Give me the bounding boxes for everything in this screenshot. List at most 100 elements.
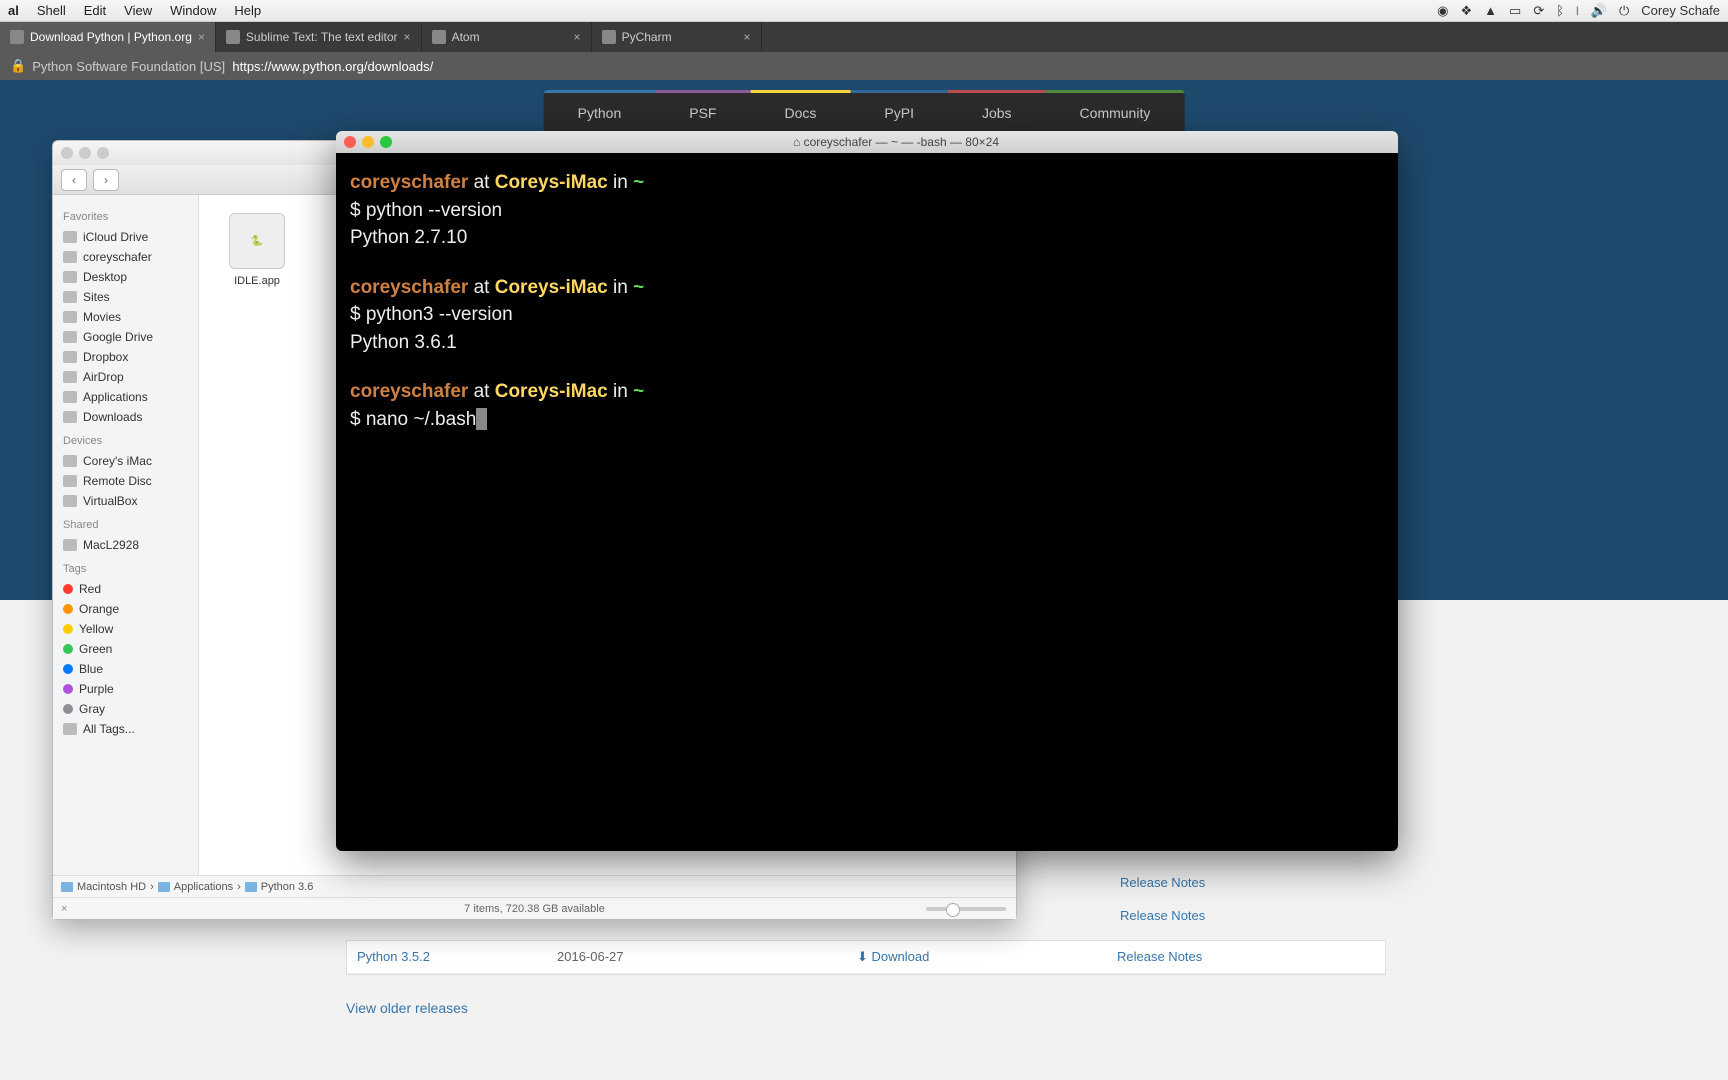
menu-shell[interactable]: Shell — [37, 3, 66, 18]
tab-label: Sublime Text: The text editor — [246, 30, 398, 44]
sidebar-item-movies[interactable]: Movies — [59, 307, 192, 327]
wifi-icon[interactable]: ⧙ — [1576, 3, 1579, 19]
mac-menubar: al Shell Edit View Window Help ◉ ❖ ▲ ▭ ⟳… — [0, 0, 1728, 22]
traffic-min-icon[interactable] — [362, 136, 374, 148]
traffic-close-icon[interactable] — [61, 147, 73, 159]
sidebar-item-remotedisc[interactable]: Remote Disc — [59, 471, 192, 491]
command-text: python3 --version — [366, 304, 513, 325]
sidebar-item-home[interactable]: coreyschafer — [59, 247, 192, 267]
favicon-icon — [226, 30, 240, 44]
sidebar-item-applications[interactable]: Applications — [59, 387, 192, 407]
path-segment[interactable]: Applications — [158, 881, 233, 893]
url-identity: Python Software Foundation [US] — [32, 59, 225, 74]
sidebar-tag-orange[interactable]: Orange — [59, 599, 192, 619]
nav-jobs[interactable]: Jobs — [948, 90, 1046, 133]
command-text: nano ~/.bash — [366, 409, 476, 430]
menu-help[interactable]: Help — [234, 3, 261, 18]
sidebar-item-imac[interactable]: Corey's iMac — [59, 451, 192, 471]
release-version[interactable]: Python 3.5.2 — [357, 949, 557, 965]
close-icon[interactable]: × — [198, 30, 205, 44]
nav-psf[interactable]: PSF — [655, 90, 750, 133]
sidebar-tag-green[interactable]: Green — [59, 639, 192, 659]
nav-docs[interactable]: Docs — [750, 90, 850, 133]
browser-tab[interactable]: Sublime Text: The text editor × — [216, 22, 422, 52]
terminal-title: ⌂ coreyschafer — ~ — -bash — 80×24 — [402, 135, 1390, 149]
icon-size-slider[interactable] — [926, 907, 1006, 911]
command-output: Python 3.6.1 — [350, 329, 1384, 357]
status-text: 7 items, 720.38 GB available — [464, 903, 605, 915]
view-older-link[interactable]: View older releases — [346, 1000, 468, 1016]
sidebar-item-gdrive[interactable]: Google Drive — [59, 327, 192, 347]
cloud-icon — [63, 231, 77, 243]
command-text: python --version — [366, 200, 502, 221]
finder-path-bar[interactable]: Macintosh HD› Applications› Python 3.6 — [53, 875, 1016, 897]
close-icon[interactable]: × — [744, 30, 751, 44]
app-name: al — [8, 3, 19, 18]
sidebar-heading: Tags — [63, 563, 188, 575]
terminal-titlebar[interactable]: ⌂ coreyschafer — ~ — -bash — 80×24 — [336, 131, 1398, 153]
tag-dot-icon — [63, 664, 73, 674]
menubar-user[interactable]: Corey Schafe — [1641, 3, 1720, 18]
sidebar-tag-purple[interactable]: Purple — [59, 679, 192, 699]
disk-icon — [61, 882, 73, 892]
back-button[interactable]: ‹ — [61, 169, 87, 191]
disk-icon — [63, 495, 77, 507]
tag-dot-icon — [63, 584, 73, 594]
sidebar-item-icloud[interactable]: iCloud Drive — [59, 227, 192, 247]
traffic-close-icon[interactable] — [344, 136, 356, 148]
menu-edit[interactable]: Edit — [84, 3, 106, 18]
sidebar-item-virtualbox[interactable]: VirtualBox — [59, 491, 192, 511]
sidebar-item-downloads[interactable]: Downloads — [59, 407, 192, 427]
command-output: Python 2.7.10 — [350, 224, 1384, 252]
path-segment[interactable]: Python 3.6 — [245, 881, 314, 893]
nav-pypi[interactable]: PyPI — [850, 90, 948, 133]
nav-python[interactable]: Python — [544, 90, 656, 133]
sidebar-item-airdrop[interactable]: AirDrop — [59, 367, 192, 387]
menu-window[interactable]: Window — [170, 3, 216, 18]
sidebar-tag-red[interactable]: Red — [59, 579, 192, 599]
folder-icon — [245, 882, 257, 892]
tag-dot-icon — [63, 684, 73, 694]
sidebar-all-tags[interactable]: All Tags... — [59, 719, 192, 739]
sidebar-tag-yellow[interactable]: Yellow — [59, 619, 192, 639]
close-icon[interactable]: × — [61, 903, 67, 915]
file-item-idle[interactable]: 🐍 IDLE.app — [217, 213, 297, 287]
terminal-output[interactable]: coreyschafer at Coreys-iMac in ~ $ pytho… — [336, 153, 1398, 851]
finder-status-bar: × 7 items, 720.38 GB available — [53, 897, 1016, 919]
traffic-max-icon[interactable] — [380, 136, 392, 148]
status-icon[interactable]: ◉ — [1437, 3, 1448, 19]
browser-tab[interactable]: Atom × — [422, 22, 592, 52]
release-notes-link[interactable]: Release Notes — [1120, 875, 1205, 890]
sidebar-item-shared[interactable]: MacL2928 — [59, 535, 192, 555]
volume-icon[interactable]: 🔊 — [1591, 3, 1607, 19]
traffic-max-icon[interactable] — [97, 147, 109, 159]
sidebar-item-dropbox[interactable]: Dropbox — [59, 347, 192, 367]
lock-icon: 🔒 — [10, 58, 26, 74]
nav-community[interactable]: Community — [1046, 90, 1185, 133]
browser-tab[interactable]: PyCharm × — [592, 22, 762, 52]
finder-sidebar: Favorites iCloud Drive coreyschafer Desk… — [53, 195, 199, 875]
sidebar-tag-blue[interactable]: Blue — [59, 659, 192, 679]
home-icon — [63, 251, 77, 263]
dropbox-icon[interactable]: ❖ — [1460, 3, 1472, 19]
release-notes-link[interactable]: Release Notes — [1120, 908, 1205, 923]
gdrive-icon[interactable]: ▲ — [1484, 3, 1497, 18]
sidebar-item-sites[interactable]: Sites — [59, 287, 192, 307]
browser-tab[interactable]: Download Python | Python.org × — [0, 22, 216, 52]
path-segment[interactable]: Macintosh HD — [61, 881, 146, 893]
display-icon[interactable]: ▭ — [1509, 3, 1521, 19]
terminal-window: ⌂ coreyschafer — ~ — -bash — 80×24 corey… — [336, 131, 1398, 851]
release-notes-link[interactable]: Release Notes — [1117, 949, 1375, 965]
menu-view[interactable]: View — [124, 3, 152, 18]
download-link[interactable]: ⬇ Download — [857, 949, 1117, 965]
bluetooth-icon[interactable]: ᛒ — [1556, 3, 1564, 18]
close-icon[interactable]: × — [574, 30, 581, 44]
timemachine-icon[interactable]: ⟳ — [1533, 3, 1544, 19]
sidebar-tag-gray[interactable]: Gray — [59, 699, 192, 719]
forward-button[interactable]: › — [93, 169, 119, 191]
traffic-min-icon[interactable] — [79, 147, 91, 159]
power-icon[interactable]: ⏻ — [1619, 3, 1629, 19]
sidebar-item-desktop[interactable]: Desktop — [59, 267, 192, 287]
browser-url-bar[interactable]: 🔒 Python Software Foundation [US] https:… — [0, 52, 1728, 80]
close-icon[interactable]: × — [404, 30, 411, 44]
